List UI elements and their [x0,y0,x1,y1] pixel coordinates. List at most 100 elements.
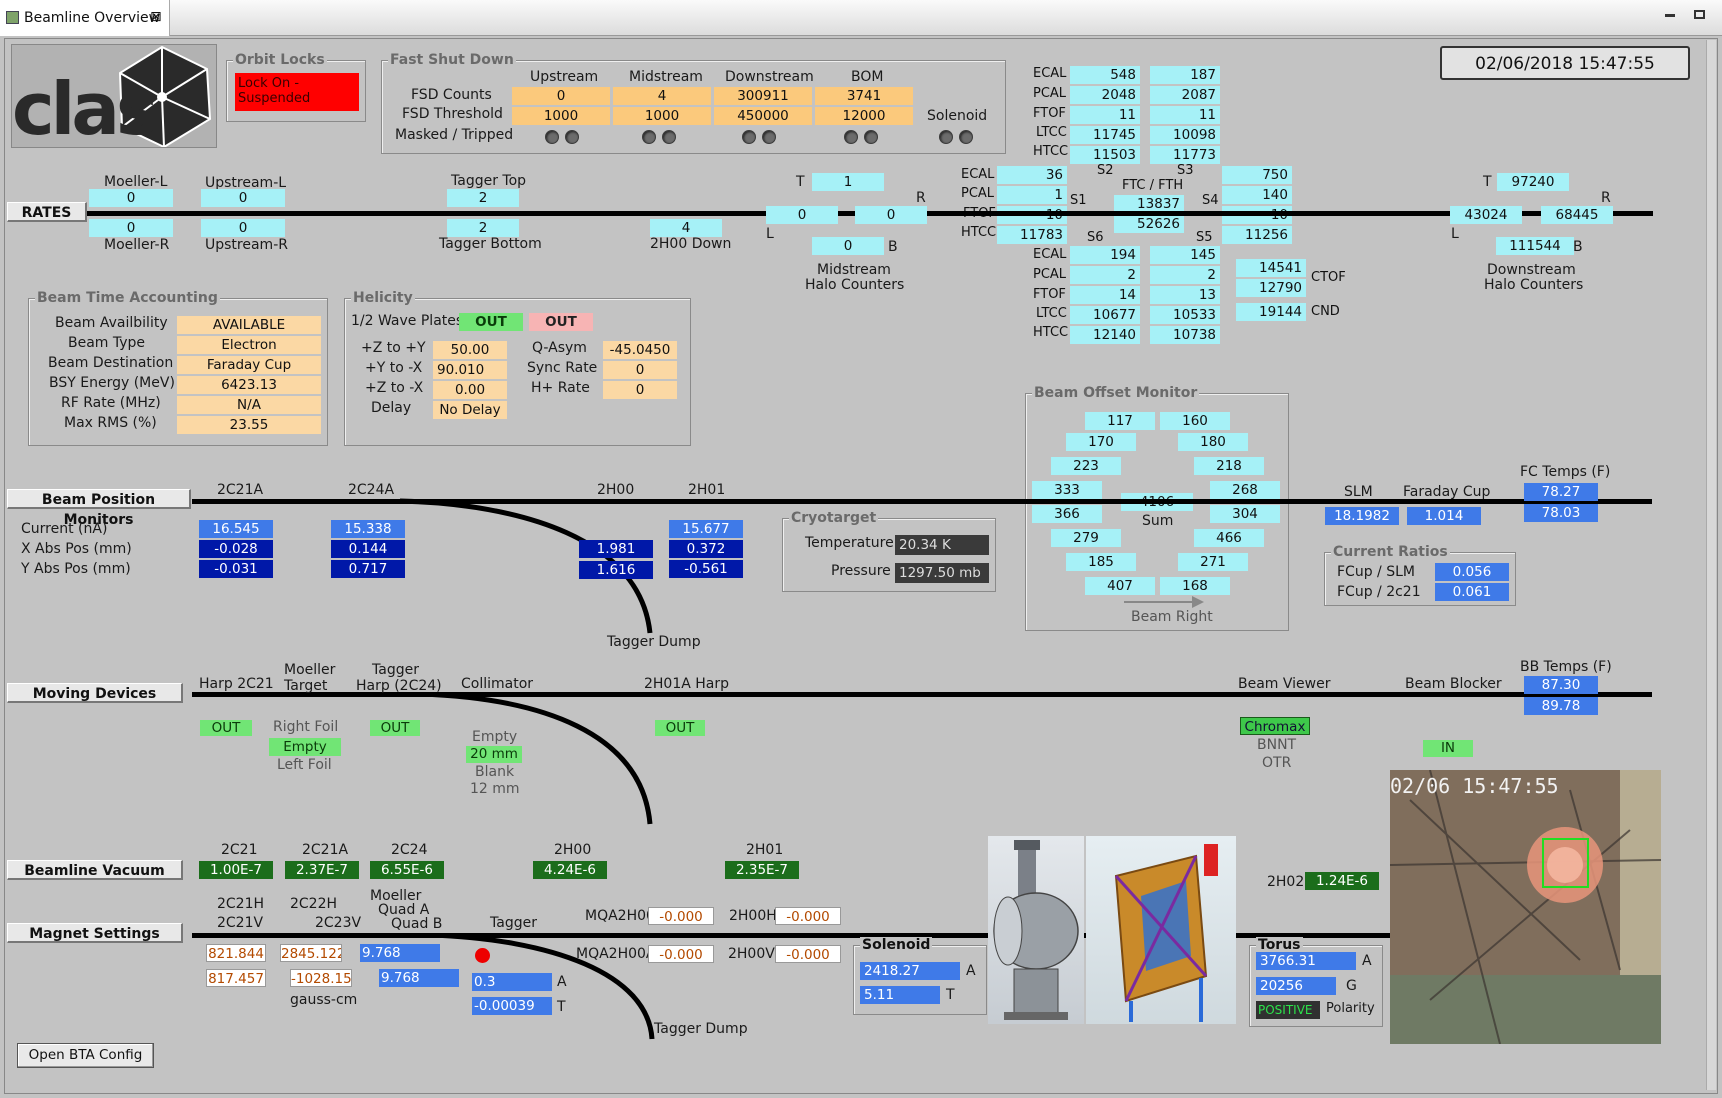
mag-tagger-label: Tagger [490,915,537,931]
s5-htcc: 10738 [1150,326,1220,344]
torus-magnet-graphic [1114,844,1218,1022]
s1-ecal: 36 [997,166,1067,184]
down-halo-b-label: B [1573,239,1583,255]
faraday-cup-value: 1.014 [1407,507,1481,525]
torus-group: Torus 3766.31 A 20256 G POSITIVE Polarit… [1249,937,1383,1027]
cryo-temp-value: 20.34 K [895,535,989,555]
hel-label-z-x: +Z to -X [365,380,424,396]
beam-viewer-label: Beam Viewer [1238,676,1331,692]
s3-ecal: 187 [1150,66,1220,84]
mid-halo-l-value: 0 [766,206,838,224]
torus-current: 3766.31 [1256,952,1356,970]
s5-pcal: 2 [1150,266,1220,284]
fsd-row-masked: Masked / Tripped [395,127,514,143]
mid-halo-l-label: L [766,226,774,242]
s2-ltcc: 11745 [1070,126,1140,144]
mag-2c21v: 817.457 [206,969,266,987]
harp-2c21-label: Harp 2C21 [199,676,274,692]
tab-beamline-overview[interactable]: Beamline Overview ⊠ [0,0,170,36]
datetime-display: 02/06/2018 15:47:55 [1440,46,1690,80]
bom-pad-4: 180 [1178,433,1248,451]
bom-title: Beam Offset Monitor [1032,385,1200,401]
helicity-group: Helicity 1/2 Wave Plates OUT OUT +Z to +… [344,290,691,446]
mag-label-2c22h: 2C22H [290,896,338,912]
cryotarget-title: Cryotarget [789,510,879,526]
bpm-2c21a-current: 16.545 [199,520,273,538]
ratio-fcup-2c21: 0.061 [1435,583,1509,601]
s1-label-htcc: HTCC [961,225,997,240]
slm-value: 18.1982 [1325,507,1399,525]
collimator-empty: Empty [472,729,518,745]
s3-ftof: 11 [1150,106,1220,124]
torus-field: 20256 [1256,977,1336,995]
s5-ftof: 13 [1150,286,1220,304]
tagger-top-label: Tagger Top [451,173,527,189]
bta-group: Beam Time Accounting Beam Availbility Be… [28,290,328,446]
close-icon[interactable]: ⊠ [150,9,162,25]
2h01a-harp-label: 2H01A Harp [644,676,730,692]
open-bta-config-button[interactable]: Open BTA Config [17,1043,154,1068]
bta-destination: Faraday Cup [177,356,321,374]
hel-y-x: 90.010 [433,361,507,379]
hel-sync-rate: 0 [603,361,677,379]
vac-2h01: 2.35E-7 [725,861,799,879]
2h00h-value: -0.000 [775,907,841,925]
s6-label: S6 [1087,230,1104,245]
s4-ecal: 750 [1222,166,1292,184]
maximize-icon[interactable] [1694,10,1705,19]
bom-pad-13: 185 [1066,553,1136,571]
torus-a-unit: A [1362,953,1372,969]
hel-label-hplus: H+ Rate [531,380,590,396]
moeller-target-label-1: Moeller [284,662,336,678]
fsd-led-solenoid-masked [939,130,953,144]
s5-label: S5 [1196,230,1213,245]
beamline-vacuum-section-label: Beamline Vacuum [7,860,183,880]
bpm-2c24a-x: 0.144 [331,540,405,558]
s6-pcal: 2 [1070,266,1140,284]
bom-pad-16: 168 [1160,577,1230,595]
s4-htcc: 11256 [1222,226,1292,244]
bpm-col-2h00: 2H00 [597,482,635,498]
mag-tagger-a-unit: A [557,974,567,990]
app-icon [6,11,19,24]
hel-label-delay: Delay [371,400,412,416]
beam-viewer-status: Chromax [1240,717,1310,735]
s1-label: S1 [1070,193,1087,208]
bpm-row-x: X Abs Pos (mm) [21,541,132,557]
beam-right-arrow-icon [1124,601,1194,603]
fsd-led-upstream-masked [545,130,559,144]
moeller-l-label: Moeller-L [104,174,168,190]
s5-ecal: 145 [1150,246,1220,264]
collimator-status: 20 mm [466,746,522,763]
bpm-2c21a-x: -0.028 [199,540,273,558]
moeller-r-label: Moeller-R [104,237,170,253]
s2-htcc: 11503 [1070,146,1140,164]
bom-pad-6: 218 [1194,457,1264,475]
hel-label-sync: Sync Rate [527,360,598,376]
tagger-indicator-icon [475,948,490,963]
fsd-col-upstream: Upstream [530,69,599,85]
hel-q-asym: -45.0450 [603,341,677,359]
ftc-value-2: 52626 [1114,215,1184,233]
s3-label: S3 [1177,163,1194,178]
down-halo-l-label: L [1451,226,1459,242]
det-label-htcc: HTCC [1033,144,1069,159]
mag-label-2c23v: 2C23V [315,915,362,931]
vac-2h00: 4.24E-6 [533,861,607,879]
minimize-icon[interactable] [1665,14,1675,17]
scrollbar[interactable] [1706,40,1716,1090]
fsd-count-downstream: 300911 [714,87,812,105]
solenoid-field: 5.11 [860,986,940,1004]
down-halo-t-value: 97240 [1497,173,1569,191]
solenoid-current: 2418.27 [860,962,960,980]
bta-availability: AVAILABLE [177,316,321,334]
faraday-cup-label: Faraday Cup [1403,484,1491,500]
bta-label-availability: Beam Availbility [55,315,168,331]
bta-label-rf: RF Rate (MHz) [61,395,161,411]
s6-ecal: 194 [1070,246,1140,264]
mqa2h00a-value: -0.000 [648,945,714,963]
fc-temp-1: 78.27 [1524,483,1598,501]
det-label-ecal: ECAL [1033,66,1067,81]
bom-pad-9: 366 [1032,505,1102,523]
beam-right-arrow-head [1192,596,1204,608]
